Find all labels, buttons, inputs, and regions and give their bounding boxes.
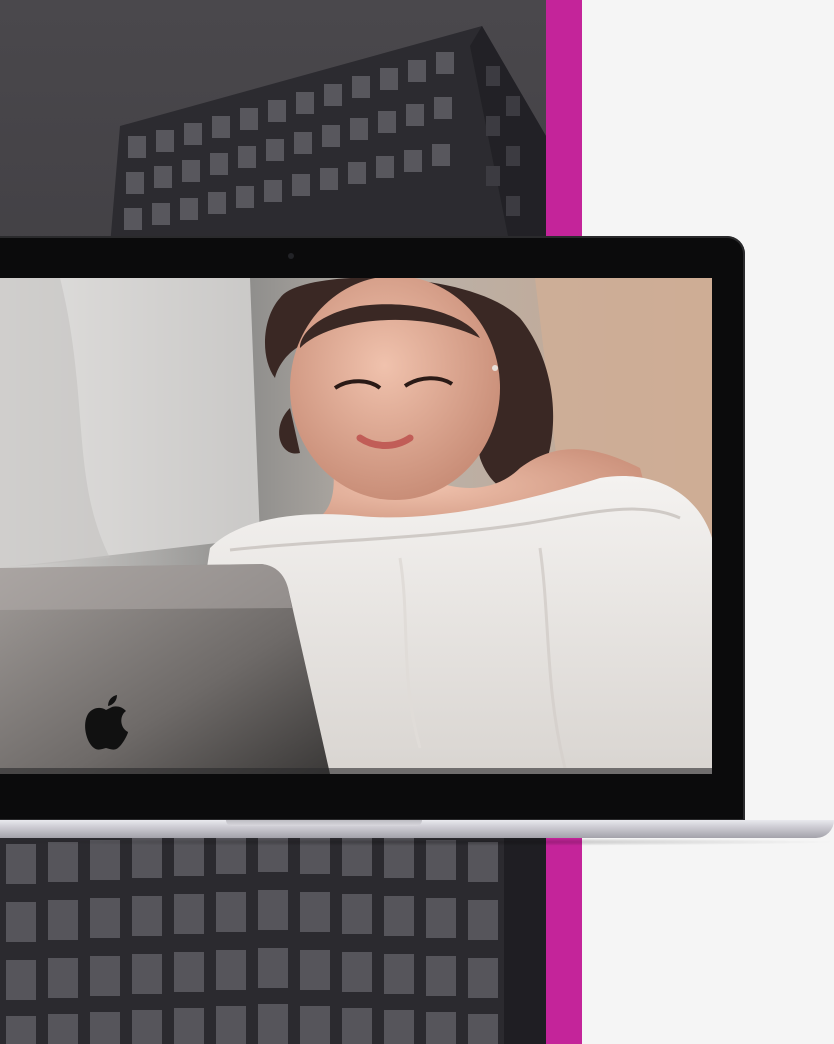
building-tower-top <box>110 26 546 246</box>
laptop-mockup <box>0 236 834 846</box>
laptop-base-notch <box>226 820 422 826</box>
laptop-shadow <box>0 838 834 846</box>
webcam-icon <box>288 253 294 259</box>
building-tower-bottom <box>0 830 546 1044</box>
laptop-screen-photo <box>0 278 712 774</box>
woman-with-laptop-photo <box>0 278 712 774</box>
hero-scene <box>0 0 834 1044</box>
